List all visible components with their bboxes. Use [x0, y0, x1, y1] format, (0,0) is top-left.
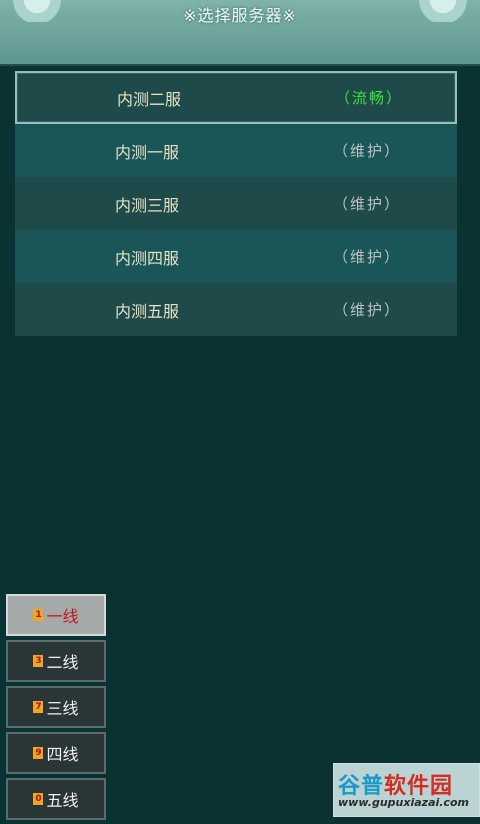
line-button-2[interactable]: 3 二线 [6, 640, 106, 682]
server-row-3[interactable]: 内测三服 （维护） [15, 177, 457, 230]
server-list: 内测二服 （流畅） 内测一服 （维护） 内测三服 （维护） 内测四服 （维护） … [15, 71, 457, 336]
hotkey-badge-icon: 9 [33, 747, 44, 759]
server-status: （维护） [333, 248, 402, 266]
line-button-1[interactable]: 1 一线 [6, 594, 106, 636]
server-name: 内测二服 [117, 89, 182, 109]
line-button-5[interactable]: 0 五线 [6, 778, 106, 820]
line-button-3[interactable]: 7 三线 [6, 686, 106, 728]
page-title: ※选择服务器※ [183, 6, 297, 25]
hotkey-badge-icon: 3 [33, 655, 44, 667]
line-label: 四线 [46, 745, 79, 764]
watermark-url: www.gupuxiazai.com [338, 796, 469, 809]
line-selector: 1 一线 3 二线 7 三线 9 四线 0 五线 [6, 594, 106, 824]
server-row-4[interactable]: 内测四服 （维护） [15, 230, 457, 283]
server-status: （维护） [333, 301, 402, 319]
line-label: 二线 [46, 653, 79, 672]
server-name: 内测五服 [115, 301, 180, 321]
server-name: 内测四服 [115, 248, 180, 268]
server-row-5[interactable]: 内测五服 （维护） [15, 283, 457, 336]
hotkey-badge-icon: 0 [33, 793, 44, 805]
line-label: 一线 [46, 607, 79, 626]
watermark-logo: 谷普软件园 www.gupuxiazai.com [333, 763, 480, 817]
server-status: （流畅） [335, 89, 404, 107]
line-label: 三线 [46, 699, 79, 718]
hotkey-badge-icon: 1 [33, 609, 44, 621]
server-row-1[interactable]: 内测一服 （维护） [15, 124, 457, 177]
hotkey-badge-icon: 7 [33, 701, 44, 713]
line-button-4[interactable]: 9 四线 [6, 732, 106, 774]
top-banner: ※选择服务器※ [0, 0, 480, 66]
line-label: 五线 [46, 791, 79, 810]
server-name: 内测三服 [115, 195, 180, 215]
server-row-2[interactable]: 内测二服 （流畅） [15, 71, 457, 124]
server-name: 内测一服 [115, 142, 180, 162]
server-status: （维护） [333, 195, 402, 213]
server-status: （维护） [333, 142, 402, 160]
